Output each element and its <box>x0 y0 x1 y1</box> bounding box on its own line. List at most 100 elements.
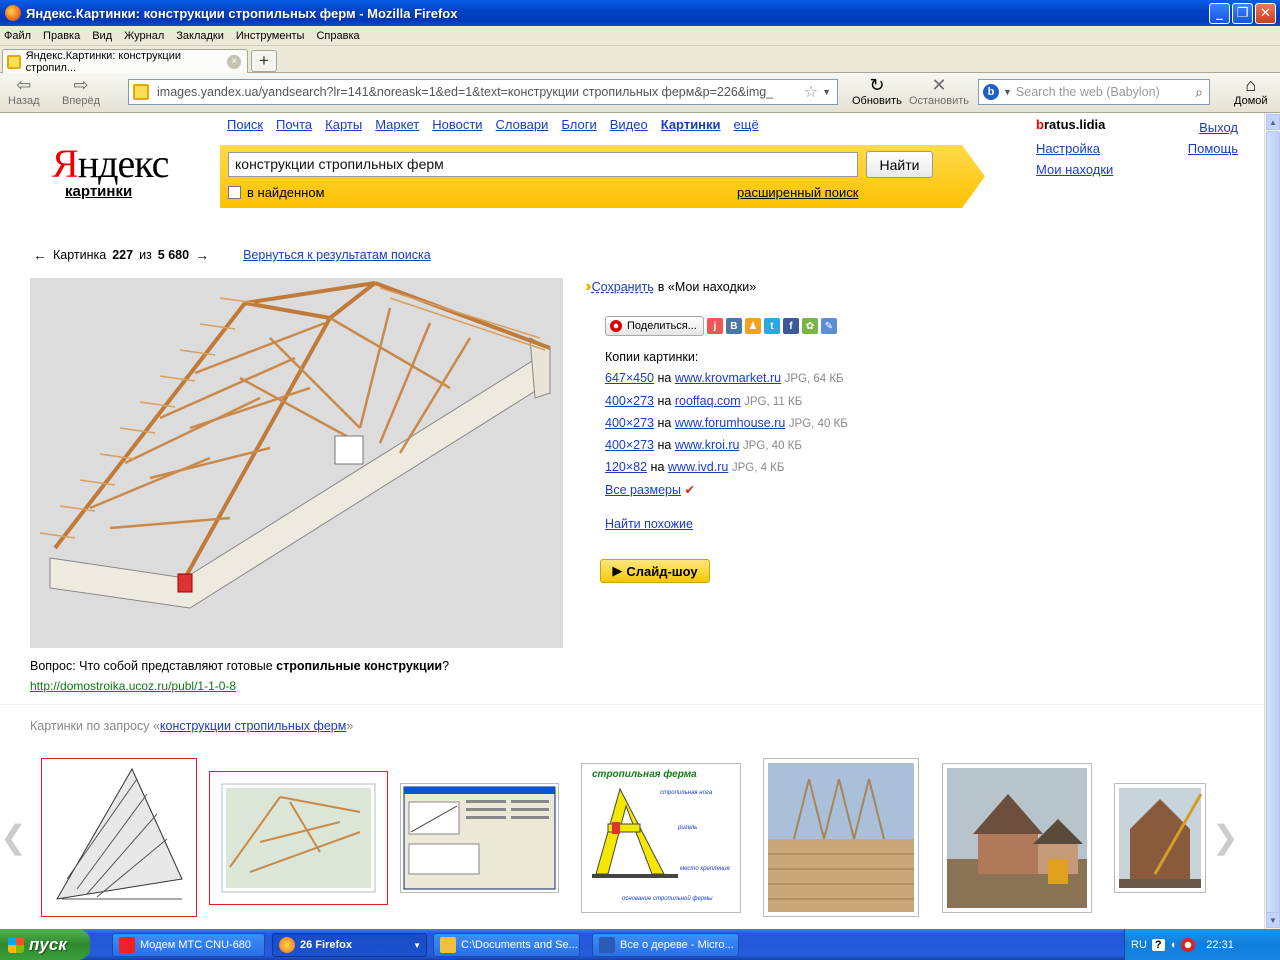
volume-icon[interactable]: ◖ <box>1170 939 1177 951</box>
save-link[interactable]: Сохранить <box>592 280 654 294</box>
search-icon[interactable]: ⌕ <box>1195 84 1203 101</box>
copy-size-link[interactable]: 400×273 <box>605 394 654 408</box>
menu-file[interactable]: Файл <box>4 30 31 42</box>
vkontakte-icon[interactable]: B <box>725 318 742 334</box>
copy-site-link[interactable]: www.ivd.ru <box>668 460 728 474</box>
tab-yandex-images[interactable]: Яндекс.Картинки: конструкции стропил... … <box>2 49 248 74</box>
livejournal-icon[interactable]: j <box>706 318 723 334</box>
copy-site-link[interactable]: www.kroi.ru <box>675 438 740 452</box>
share-button[interactable]: Поделиться... <box>605 316 704 336</box>
slideshow-button[interactable]: ▶ Слайд-шоу <box>600 559 710 583</box>
service-images[interactable]: Картинки <box>661 117 721 132</box>
bookmark-star-icon[interactable]: ☆ <box>804 82 818 102</box>
all-sizes-link[interactable]: Все размеры <box>605 483 681 497</box>
engine-dropdown-icon[interactable]: ▼ <box>1003 87 1012 97</box>
logout-link[interactable]: Выход <box>1199 120 1238 135</box>
address-bar[interactable]: images.yandex.ua/yandsearch?lr=141&norea… <box>128 79 838 105</box>
caption-suffix: ? <box>442 659 450 673</box>
related-thumbnail[interactable] <box>41 758 197 917</box>
close-button[interactable]: ✕ <box>1255 2 1276 24</box>
related-thumbnail[interactable] <box>942 763 1092 913</box>
maximize-button[interactable]: ❐ <box>1232 2 1253 24</box>
taskbar-item-firefox[interactable]: 26 Firefox ▼ <box>272 933 427 957</box>
language-indicator[interactable]: RU <box>1131 939 1147 951</box>
main-image[interactable] <box>30 278 563 648</box>
settings-link[interactable]: Настройка <box>1036 141 1100 156</box>
facebook-icon[interactable]: f <box>782 318 799 334</box>
service-dictionaries[interactable]: Словари <box>496 117 549 132</box>
copy-size-link[interactable]: 400×273 <box>605 438 654 452</box>
help-icon[interactable]: ? <box>1151 938 1165 951</box>
moimir-icon[interactable]: ✿ <box>801 318 818 334</box>
taskbar-item-word[interactable]: Все о дереве - Micro... <box>592 933 739 957</box>
copy-size-link[interactable]: 120×82 <box>605 460 647 474</box>
yandex-logo[interactable]: Яндекс <box>52 140 169 187</box>
back-button[interactable]: ⇦ Назад <box>8 75 40 107</box>
menu-tools[interactable]: Инструменты <box>236 30 305 42</box>
scroll-down-icon[interactable]: ▼ <box>1266 912 1280 928</box>
home-button[interactable]: ⌂ Домой <box>1234 75 1268 107</box>
related-thumbnail[interactable] <box>400 783 559 893</box>
copy-site-link[interactable]: www.forumhouse.ru <box>675 416 785 430</box>
related-thumbnail[interactable]: стропильная ферма стропильная нога ригел… <box>581 763 741 913</box>
copy-site-link[interactable]: www.krovmarket.ru <box>675 371 781 385</box>
menu-help[interactable]: Справка <box>316 30 359 42</box>
help-link[interactable]: Помощь <box>1188 141 1238 156</box>
my-finds-link[interactable]: Мои находки <box>1036 162 1113 177</box>
source-url-link[interactable]: http://domostroika.ucoz.ru/publ/1-1-0-8 <box>30 679 236 693</box>
related-thumbnail[interactable] <box>763 758 919 917</box>
service-video[interactable]: Видео <box>610 117 648 132</box>
service-maps[interactable]: Карты <box>325 117 362 132</box>
vertical-scrollbar[interactable]: ▲ ▼ <box>1264 113 1280 929</box>
find-button[interactable]: Найти <box>866 151 933 178</box>
scroll-thumb[interactable] <box>1266 131 1280 921</box>
minimize-button[interactable]: _ <box>1209 2 1230 24</box>
next-image-arrow[interactable]: → <box>195 247 209 263</box>
related-query-link[interactable]: конструкции стропильных ферм <box>160 719 346 733</box>
twitter-icon[interactable]: t <box>763 318 780 334</box>
odnoklassniki-icon[interactable]: ♟ <box>744 318 761 334</box>
scroll-up-icon[interactable]: ▲ <box>1266 114 1280 130</box>
reload-button[interactable]: ↻ Обновить <box>852 75 902 107</box>
service-mail[interactable]: Почта <box>276 117 312 132</box>
service-news[interactable]: Новости <box>432 117 482 132</box>
menu-bookmarks[interactable]: Закладки <box>176 30 224 42</box>
opera-tray-icon[interactable] <box>1181 937 1196 952</box>
back-to-results-link[interactable]: Вернуться к результатам поиска <box>243 248 431 262</box>
copy-on: на <box>657 371 672 386</box>
new-tab-button[interactable]: + <box>251 50 277 72</box>
advanced-search-link[interactable]: расширенный поиск <box>737 185 858 200</box>
blog-post-icon[interactable]: ✎ <box>820 318 837 334</box>
web-search-box[interactable]: b ▼ Search the web (Babylon) ⌕ <box>978 79 1210 105</box>
user-name[interactable]: bratus.lidia <box>1036 117 1105 132</box>
stop-button[interactable]: ✕ Остановить <box>909 75 969 107</box>
copy-size-link[interactable]: 400×273 <box>605 416 654 430</box>
search-input[interactable]: конструкции стропильных ферм <box>228 152 858 177</box>
start-button[interactable]: пуск <box>0 929 90 960</box>
carousel-next-icon[interactable]: ❯ <box>1212 818 1239 856</box>
menu-history[interactable]: Журнал <box>124 30 164 42</box>
copy-size-link[interactable]: 647×450 <box>605 371 654 385</box>
find-similar-link[interactable]: Найти похожие <box>605 517 693 531</box>
service-more[interactable]: ещё <box>734 117 759 132</box>
taskbar-item-modem[interactable]: Модем МТС CNU-680 <box>112 933 265 957</box>
images-service-link[interactable]: картинки <box>65 183 132 200</box>
in-found-option[interactable]: в найденном <box>228 185 325 200</box>
copy-site-link[interactable]: rooffaq.com <box>675 394 741 408</box>
carousel-prev-icon[interactable]: ❮ <box>0 818 27 856</box>
in-found-checkbox[interactable] <box>228 186 241 199</box>
menu-view[interactable]: Вид <box>92 30 112 42</box>
tab-close-icon[interactable]: × <box>227 54 241 69</box>
share-bar: Поделиться... j B ♟ t f ✿ ✎ <box>605 316 837 336</box>
menu-edit[interactable]: Правка <box>43 30 80 42</box>
babylon-icon[interactable]: b <box>983 84 999 100</box>
url-dropdown-icon[interactable]: ▼ <box>822 87 831 97</box>
service-search[interactable]: Поиск <box>227 117 263 132</box>
prev-image-arrow[interactable]: ← <box>33 247 47 263</box>
related-thumbnail[interactable] <box>209 771 388 905</box>
service-blogs[interactable]: Блоги <box>561 117 596 132</box>
service-market[interactable]: Маркет <box>375 117 419 132</box>
related-thumbnail[interactable] <box>1114 783 1206 893</box>
forward-button[interactable]: ⇨ Вперёд <box>62 75 100 107</box>
taskbar-item-explorer[interactable]: C:\Documents and Se... <box>433 933 580 957</box>
